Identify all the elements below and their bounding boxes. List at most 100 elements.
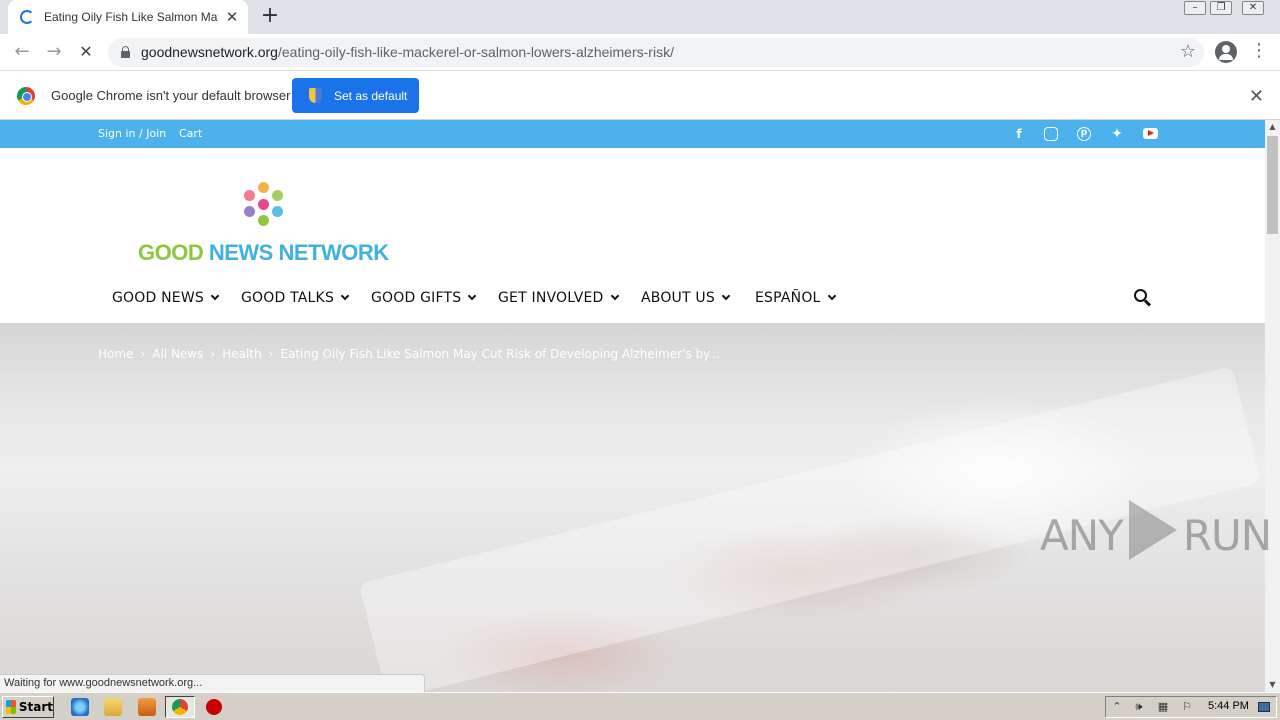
scroll-down-arrow-icon[interactable]: ▼ <box>1265 678 1280 692</box>
nav-good-talks[interactable]: GOOD TALKS <box>241 290 350 306</box>
browser-titlebar: Eating Oily Fish Like Salmon May Cut ✕ +… <box>0 0 1280 34</box>
nav-good-news[interactable]: GOOD NEWS <box>112 290 220 306</box>
nav-label: GOOD NEWS <box>112 290 204 306</box>
logo-wordmark: GOOD NEWS NETWORK <box>138 240 389 266</box>
nav-label: ESPAÑOL <box>755 290 821 306</box>
browser-tab[interactable]: Eating Oily Fish Like Salmon May Cut ✕ <box>8 0 248 34</box>
chevron-down-icon <box>721 291 731 301</box>
profile-avatar-icon[interactable] <box>1215 41 1237 63</box>
chevron-down-icon <box>340 291 350 301</box>
bookmark-star-icon[interactable]: ☆ <box>1180 41 1196 62</box>
cart-link[interactable]: Cart <box>179 127 202 140</box>
watermark-run: RUN <box>1182 511 1272 560</box>
nav-get-involved[interactable]: GET INVOLVED <box>498 290 619 306</box>
instagram-icon[interactable] <box>1044 127 1058 141</box>
restore-button[interactable]: ❐ <box>1210 1 1232 15</box>
logo-dot <box>272 206 283 217</box>
scroll-up-arrow-icon[interactable]: ▲ <box>1265 120 1280 134</box>
taskbar-clock[interactable]: 5:44 PM <box>1208 700 1249 712</box>
network-icon[interactable]: ▦ <box>1156 700 1170 714</box>
chevron-down-icon <box>468 291 477 301</box>
sign-in-join-link[interactable]: Sign in / Join <box>98 127 166 140</box>
nav-about-us[interactable]: ABOUT US <box>641 290 731 306</box>
page-viewport: Sign in / Join Cart f p ✦ GOOD NEWS NETW… <box>0 120 1265 692</box>
breadcrumb-health[interactable]: Health <box>222 347 261 361</box>
anyrun-watermark: ANY RUN <box>1040 490 1272 560</box>
action-center-flag-icon[interactable]: ⚐ <box>1180 700 1194 714</box>
url-text[interactable]: goodnewsnetwork.org/eating-oily-fish-lik… <box>141 44 674 60</box>
forward-button[interactable]: → <box>42 40 66 64</box>
loading-spinner-icon <box>20 10 34 24</box>
nav-good-gifts[interactable]: GOOD GIFTS <box>371 290 477 306</box>
logo-word-good: GOOD <box>138 240 204 265</box>
main-navigation: GOOD NEWS GOOD TALKS GOOD GIFTS GET INVO… <box>0 280 1265 322</box>
breadcrumb-separator: › <box>210 347 216 361</box>
breadcrumb-home[interactable]: Home <box>98 347 133 361</box>
chrome-logo-icon <box>17 87 35 105</box>
tab-close-icon[interactable]: ✕ <box>224 9 240 25</box>
default-browser-infobar: Google Chrome isn't your default browser… <box>0 72 1280 120</box>
logo-dot <box>258 182 269 193</box>
infobar-message: Google Chrome isn't your default browser <box>51 88 291 103</box>
media-player-icon[interactable] <box>138 698 156 716</box>
back-button[interactable]: ← <box>10 40 34 64</box>
start-label: Start <box>18 700 53 714</box>
volume-icon[interactable]: 🕪 <box>1132 700 1146 714</box>
pinterest-icon[interactable]: p <box>1077 127 1091 141</box>
lock-icon[interactable] <box>121 46 130 58</box>
nav-espanol[interactable]: ESPAÑOL <box>755 290 836 306</box>
search-icon[interactable] <box>1134 289 1152 307</box>
youtube-icon[interactable] <box>1143 128 1158 139</box>
chevron-down-icon <box>610 291 619 301</box>
site-logo[interactable]: GOOD NEWS NETWORK <box>138 182 398 266</box>
chrome-taskbar-button[interactable] <box>165 696 195 718</box>
chevron-down-icon <box>210 291 220 301</box>
windows-taskbar: Start ⌃ 🕪 ▦ ⚐ 5:44 PM <box>0 692 1280 720</box>
tab-title: Eating Oily Fish Like Salmon May Cut <box>44 10 218 24</box>
infobar-close-icon[interactable]: ✕ <box>1249 86 1264 107</box>
url-path: /eating-oily-fish-like-mackerel-or-salmo… <box>277 44 674 60</box>
watermark-any: ANY <box>1040 511 1124 560</box>
opera-icon[interactable] <box>206 699 222 715</box>
browser-menu-icon[interactable]: ⋮ <box>1250 40 1268 62</box>
url-domain: goodnewsnetwork.org <box>141 44 278 60</box>
set-as-default-label: Set as default <box>334 88 408 103</box>
nav-label: GET INVOLVED <box>498 290 604 306</box>
logo-dot <box>244 206 255 217</box>
start-button[interactable]: Start <box>2 696 54 718</box>
close-window-button[interactable]: ✕ <box>1242 1 1264 15</box>
facebook-icon[interactable]: f <box>1011 126 1027 142</box>
stop-loading-button[interactable]: ✕ <box>74 40 98 64</box>
status-bubble: Waiting for www.goodnewsnetwork.org... <box>0 674 425 692</box>
nav-label: ABOUT US <box>641 290 715 306</box>
logo-dot <box>244 190 255 201</box>
show-desktop-icon[interactable] <box>1258 702 1270 712</box>
logo-dot <box>258 199 269 210</box>
minimize-button[interactable]: – <box>1184 1 1206 15</box>
chrome-icon <box>172 699 188 715</box>
uac-shield-icon <box>309 88 322 103</box>
scroll-thumb[interactable] <box>1267 136 1278 234</box>
nav-label: GOOD TALKS <box>241 290 335 306</box>
chevron-down-icon <box>827 291 836 301</box>
logo-dot <box>272 190 283 201</box>
system-tray: ⌃ 🕪 ▦ ⚐ 5:44 PM <box>1105 696 1277 718</box>
logo-word-news-network: NEWS NETWORK <box>203 240 389 265</box>
internet-explorer-icon[interactable] <box>71 698 89 716</box>
set-as-default-button[interactable]: Set as default <box>292 78 419 113</box>
nav-label: GOOD GIFTS <box>371 290 462 306</box>
breadcrumb-all-news[interactable]: All News <box>152 347 203 361</box>
breadcrumb-current: Eating Oily Fish Like Salmon May Cut Ris… <box>280 347 720 361</box>
address-bar[interactable]: goodnewsnetwork.org/eating-oily-fish-lik… <box>108 38 1204 67</box>
windows-logo-icon <box>6 700 16 714</box>
breadcrumb-separator: › <box>268 347 274 361</box>
breadcrumb-separator: › <box>140 347 146 361</box>
browser-toolbar: ← → ✕ goodnewsnetwork.org/eating-oily-fi… <box>0 34 1280 71</box>
logo-dot <box>258 215 269 226</box>
new-tab-button[interactable]: + <box>259 5 281 27</box>
site-topbar: Sign in / Join Cart f p ✦ <box>0 120 1265 148</box>
file-explorer-icon[interactable] <box>104 698 122 716</box>
show-hidden-icons-icon[interactable]: ⌃ <box>1110 700 1124 714</box>
twitter-icon[interactable]: ✦ <box>1109 126 1125 142</box>
page-scrollbar[interactable]: ▲ ▼ <box>1265 120 1280 692</box>
